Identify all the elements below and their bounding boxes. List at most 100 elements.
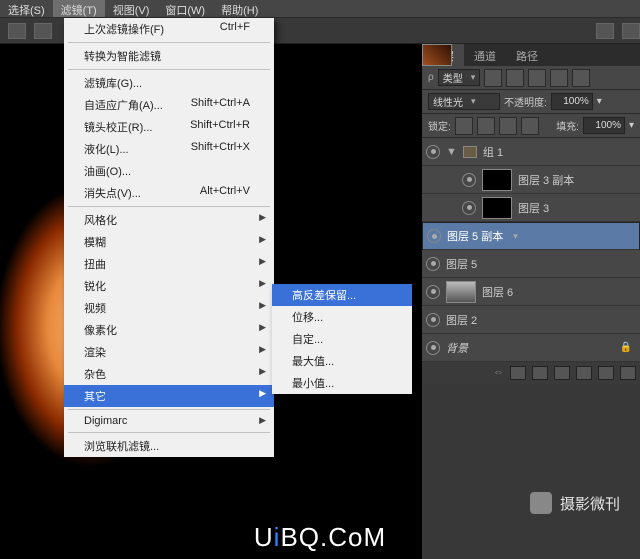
- menu-item[interactable]: Digimarc: [64, 412, 274, 430]
- menu-view[interactable]: 视图(V): [105, 0, 158, 17]
- layers-footer: ⇔: [422, 362, 640, 384]
- menu-item[interactable]: 油画(O)...: [64, 160, 274, 182]
- new-layer-icon[interactable]: [598, 366, 614, 380]
- layer-row[interactable]: 图层 6: [422, 278, 640, 306]
- layer-name: 图层 2: [446, 312, 477, 328]
- layer-row[interactable]: 图层 5 副本: [422, 222, 640, 250]
- filter-menu: 上次滤镜操作(F)Ctrl+F 转换为智能滤镜滤镜库(G)...自适应广角(A).…: [64, 18, 274, 457]
- menu-item[interactable]: 风格化: [64, 209, 274, 231]
- tool-preset-icon[interactable]: [8, 23, 26, 39]
- layer-row[interactable]: 图层 3: [422, 194, 640, 222]
- menu-item[interactable]: 渲染: [64, 341, 274, 363]
- layer-filter-row: ρ 类型: [422, 66, 640, 90]
- lock-icon: 🔒: [620, 342, 632, 353]
- menu-item[interactable]: 上次滤镜操作(F)Ctrl+F: [64, 18, 274, 40]
- menu-help[interactable]: 帮助(H): [213, 0, 266, 17]
- submenu-item[interactable]: 最小值...: [272, 372, 412, 394]
- filter-shape-icon[interactable]: [550, 69, 568, 87]
- submenu-item[interactable]: 自定...: [272, 328, 412, 350]
- visibility-icon[interactable]: [426, 257, 440, 271]
- chevron-down-icon[interactable]: ▼: [446, 146, 457, 158]
- layer-thumbnail: [482, 169, 512, 191]
- layer-thumbnail: [422, 44, 452, 66]
- layer-row[interactable]: 图层 5: [422, 250, 640, 278]
- menu-item[interactable]: 消失点(V)...Alt+Ctrl+V: [64, 182, 274, 204]
- layer-name: 图层 3 副本: [518, 172, 574, 188]
- group-icon[interactable]: [576, 366, 592, 380]
- search-icon[interactable]: ρ: [428, 72, 434, 83]
- option-icon-1[interactable]: [34, 23, 52, 39]
- layers-list: ▼ 组 1 图层 3 副本图层 3图层 5 副本图层 5 图层 6 图层 2 背景 🔒: [422, 138, 640, 362]
- visibility-icon[interactable]: [426, 145, 440, 159]
- opacity-label: 不透明度:: [504, 94, 547, 109]
- layer-row[interactable]: 背景 🔒: [422, 334, 640, 362]
- visibility-icon[interactable]: [462, 201, 476, 215]
- menu-item[interactable]: 模糊: [64, 231, 274, 253]
- tab-paths[interactable]: 路径: [506, 44, 548, 66]
- option-icon-3[interactable]: [622, 23, 640, 39]
- fill-label: 填充:: [556, 118, 579, 133]
- visibility-icon[interactable]: [462, 173, 476, 187]
- lock-image-icon[interactable]: [477, 117, 495, 135]
- wechat-watermark: 摄影微刊: [530, 492, 620, 514]
- visibility-icon[interactable]: [427, 229, 441, 243]
- option-icon-2[interactable]: [596, 23, 614, 39]
- menu-item[interactable]: 转换为智能滤镜: [64, 45, 274, 67]
- fill-input[interactable]: 100%: [583, 117, 625, 134]
- lock-all-icon[interactable]: [521, 117, 539, 135]
- layer-name: 组 1: [483, 144, 503, 160]
- submenu-item[interactable]: 最大值...: [272, 350, 412, 372]
- lock-transparent-icon[interactable]: [455, 117, 473, 135]
- blend-mode-row: 线性光 不透明度: 100% ▾: [422, 90, 640, 114]
- wechat-text: 摄影微刊: [560, 493, 620, 514]
- right-panels: 图层 通道 路径 ρ 类型 线性光 不透明度: 100% ▾ 锁定: 填充: 1…: [422, 44, 640, 559]
- menu-item[interactable]: 扭曲: [64, 253, 274, 275]
- site-watermark: UiBQ.CoM: [254, 522, 386, 553]
- submenu-item[interactable]: 位移...: [272, 306, 412, 328]
- filter-other-submenu: 高反差保留...位移...自定...最大值...最小值...: [272, 284, 412, 394]
- lock-position-icon[interactable]: [499, 117, 517, 135]
- menu-select[interactable]: 选择(S): [0, 0, 53, 17]
- layer-row[interactable]: 图层 3 副本: [422, 166, 640, 194]
- adjustment-icon[interactable]: [554, 366, 570, 380]
- menu-item[interactable]: 杂色: [64, 363, 274, 385]
- filter-pixel-icon[interactable]: [484, 69, 502, 87]
- menu-item[interactable]: 锐化: [64, 275, 274, 297]
- menu-window[interactable]: 窗口(W): [157, 0, 213, 17]
- blend-mode-select[interactable]: 线性光: [428, 93, 500, 110]
- chevron-down-icon[interactable]: ▾: [629, 120, 634, 131]
- menu-filter[interactable]: 滤镜(T): [53, 0, 105, 17]
- filter-smart-icon[interactable]: [572, 69, 590, 87]
- layer-row[interactable]: 图层 2: [422, 306, 640, 334]
- opacity-input[interactable]: 100%: [551, 93, 593, 110]
- filter-type-icon[interactable]: [528, 69, 546, 87]
- menu-item[interactable]: 镜头校正(R)...Shift+Ctrl+R: [64, 116, 274, 138]
- lock-label: 锁定:: [428, 118, 451, 133]
- trash-icon[interactable]: [620, 366, 636, 380]
- visibility-icon[interactable]: [426, 313, 440, 327]
- menu-item[interactable]: 浏览联机滤镜...: [64, 435, 274, 457]
- menu-item[interactable]: 滤镜库(G)...: [64, 72, 274, 94]
- menubar: 选择(S) 滤镜(T) 视图(V) 窗口(W) 帮助(H): [0, 0, 640, 18]
- layer-thumbnail: [446, 281, 476, 303]
- visibility-icon[interactable]: [426, 341, 440, 355]
- menu-item[interactable]: 液化(L)...Shift+Ctrl+X: [64, 138, 274, 160]
- tab-channels[interactable]: 通道: [464, 44, 506, 66]
- menu-item[interactable]: 自适应广角(A)...Shift+Ctrl+A: [64, 94, 274, 116]
- kind-select[interactable]: 类型: [438, 69, 481, 86]
- submenu-item[interactable]: 高反差保留...: [272, 284, 412, 306]
- chevron-down-icon[interactable]: ▾: [597, 96, 602, 107]
- panel-tabs: 图层 通道 路径: [422, 44, 640, 66]
- layer-name: 背景: [446, 340, 468, 356]
- menu-item[interactable]: 其它: [64, 385, 274, 407]
- layer-row[interactable]: ▼ 组 1: [422, 138, 640, 166]
- link-icon[interactable]: ⇔: [493, 366, 504, 380]
- filter-adjust-icon[interactable]: [506, 69, 524, 87]
- layer-thumbnail: [482, 197, 512, 219]
- menu-item[interactable]: 视频: [64, 297, 274, 319]
- fx-icon[interactable]: [510, 366, 526, 380]
- visibility-icon[interactable]: [426, 285, 440, 299]
- mask-icon[interactable]: [532, 366, 548, 380]
- menu-item[interactable]: 像素化: [64, 319, 274, 341]
- layer-name: 图层 6: [482, 284, 513, 300]
